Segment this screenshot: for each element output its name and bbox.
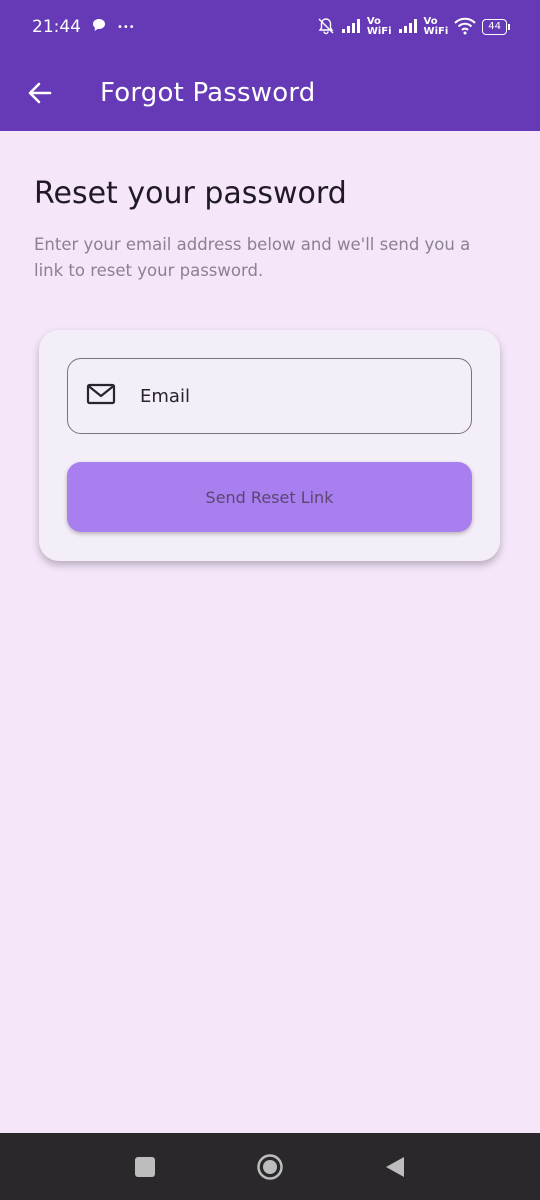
signal-icon — [398, 18, 418, 37]
wifi-icon — [454, 17, 476, 38]
reset-form-card: Send Reset Link — [39, 330, 500, 561]
signal-icon — [341, 18, 361, 37]
email-input[interactable] — [140, 385, 440, 407]
status-left: 21:44 ••• — [32, 17, 135, 38]
vowifi-label: Vo WiFi — [423, 16, 449, 37]
triangle-back-icon — [386, 1156, 404, 1177]
chat-bubble-icon — [91, 17, 107, 38]
send-reset-link-button[interactable]: Send Reset Link — [67, 462, 472, 532]
battery-level: 44 — [482, 19, 507, 35]
back-button[interactable] — [24, 77, 56, 109]
battery-icon: 44 — [482, 19, 510, 35]
home-button[interactable] — [255, 1152, 285, 1182]
vowifi-label: Vo WiFi — [366, 16, 392, 37]
more-notifications-icon: ••• — [117, 21, 135, 33]
circle-icon — [257, 1153, 283, 1180]
reset-heading: Reset your password — [34, 176, 347, 211]
page-title: Forgot Password — [100, 77, 316, 108]
recents-button[interactable] — [130, 1152, 160, 1182]
square-icon — [135, 1156, 155, 1177]
status-bar: 21:44 ••• Vo WiFi Vo WiFi 44 — [0, 0, 540, 54]
email-field[interactable] — [67, 358, 472, 434]
mail-icon — [86, 382, 116, 410]
app-bar: Forgot Password — [0, 54, 540, 131]
status-time: 21:44 — [32, 17, 81, 37]
reset-description: Enter your email address below and we'll… — [34, 235, 471, 280]
status-right: Vo WiFi Vo WiFi 44 — [317, 17, 510, 38]
system-nav-bar — [0, 1133, 540, 1200]
bell-off-icon — [317, 17, 335, 38]
back-nav-button[interactable] — [380, 1152, 410, 1182]
arrow-left-icon — [28, 82, 52, 103]
